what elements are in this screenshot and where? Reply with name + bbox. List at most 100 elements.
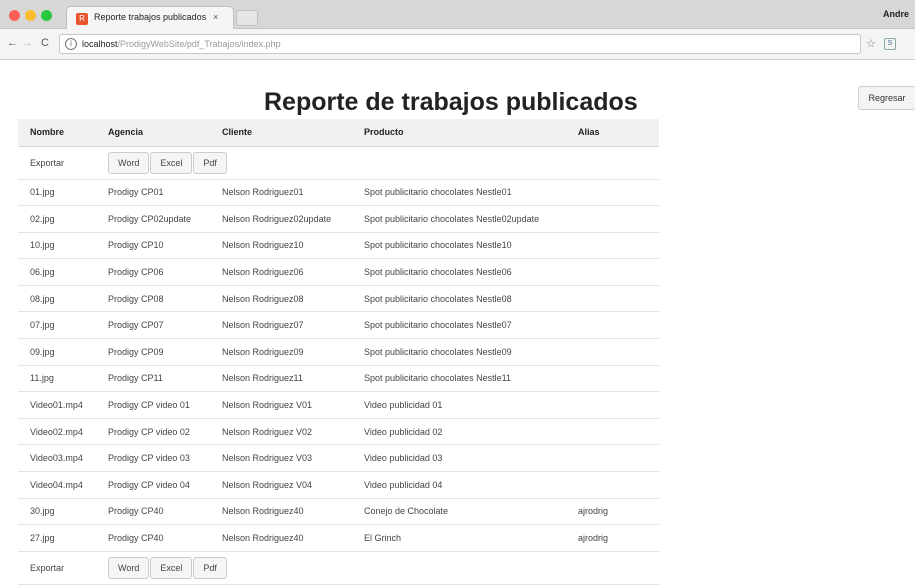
table-cell: Nelson Rodriguez10 xyxy=(210,232,352,260)
table-cell: 09.jpg xyxy=(18,338,96,366)
table-cell xyxy=(566,311,659,340)
table-cell xyxy=(566,391,659,419)
table-cell: Video publicidad 02 xyxy=(352,418,566,446)
url-text: localhost/ProdigyWebSite/pdf_Trabajos/in… xyxy=(82,39,281,49)
export-word-button[interactable]: Word xyxy=(108,556,150,579)
new-tab-button[interactable] xyxy=(236,10,258,26)
export-excel-button[interactable]: Excel xyxy=(150,556,193,579)
table-cell: Nelson Rodriguez40 xyxy=(210,524,352,552)
back-arrow-icon[interactable]: ← xyxy=(7,37,18,49)
table-cell: Prodigy CP10 xyxy=(96,232,210,260)
back-button[interactable]: Regresar xyxy=(858,86,915,110)
table-row: 27.jpg Prodigy CP40 Nelson Rodriguez40 El G… xyxy=(18,524,659,552)
table-cell: Nelson Rodriguez11 xyxy=(210,365,352,393)
table-cell: Nelson Rodriguez06 xyxy=(210,258,352,286)
table-cell: Prodigy CP07 xyxy=(96,311,210,340)
table-cell: Prodigy CP40 xyxy=(96,524,210,552)
table-cell: 06.jpg xyxy=(18,258,96,286)
table-cell xyxy=(566,285,659,313)
column-header-agencia[interactable]: Agencia xyxy=(96,119,210,147)
table-cell xyxy=(566,444,659,473)
export-pdf-button[interactable]: Pdf xyxy=(193,151,227,174)
table-row: 30.jpg Prodigy CP40 Nelson Rodriguez40 Cone… xyxy=(18,498,659,526)
table-cell: 02.jpg xyxy=(18,205,96,233)
table-cell: Nelson Rodriguez09 xyxy=(210,338,352,366)
maximize-window-icon[interactable] xyxy=(41,10,52,21)
table-row: 09.jpg Prodigy CP09 Nelson Rodriguez09 Spot… xyxy=(18,338,659,366)
table-cell xyxy=(566,232,659,260)
column-header-cliente[interactable]: Cliente xyxy=(210,119,352,147)
table-cell: Spot publicitario chocolates Nestle01 xyxy=(352,179,566,207)
table-cell: Nelson Rodriguez02update xyxy=(210,205,352,233)
url-path: /ProdigyWebSite/pdf_Trabajos/index.php xyxy=(117,39,281,49)
column-header-producto[interactable]: Producto xyxy=(352,119,566,147)
report-table: Nombre Agencia Cliente Producto Alias Export… xyxy=(18,119,659,585)
profile-name[interactable]: Andre xyxy=(883,9,909,19)
table-cell: Prodigy CP02update xyxy=(96,205,210,233)
table-cell: ajrodrig xyxy=(566,498,659,526)
browser-toolbar: ← → C i localhost/ProdigyWebSite/pdf_Tra… xyxy=(0,29,915,60)
table-cell: Video publicidad 04 xyxy=(352,471,566,499)
table-cell: Prodigy CP11 xyxy=(96,365,210,393)
table-cell: Video publicidad 03 xyxy=(352,444,566,473)
tab-close-icon[interactable]: × xyxy=(213,12,218,22)
table-row: Video04.mp4 Prodigy CP video 04 Nelson Rod… xyxy=(18,471,659,499)
table-cell: 01.jpg xyxy=(18,179,96,207)
table-cell: Video03.mp4 xyxy=(18,444,96,473)
column-header-alias[interactable]: Alias xyxy=(566,119,659,147)
table-cell: 08.jpg xyxy=(18,285,96,313)
table-cell: Spot publicitario chocolates Nestle07 xyxy=(352,311,566,340)
table-header-row: Nombre Agencia Cliente Producto Alias xyxy=(18,119,659,147)
table-cell: Nelson Rodriguez V02 xyxy=(210,418,352,446)
table-cell xyxy=(566,365,659,393)
table-cell: Prodigy CP06 xyxy=(96,258,210,286)
browser-tab[interactable]: R Reporte trabajos publicados × xyxy=(66,6,234,30)
reload-icon[interactable]: C xyxy=(41,37,49,49)
export-row-bottom: Exportar Word Excel Pdf xyxy=(18,551,659,585)
table-cell: Video04.mp4 xyxy=(18,471,96,499)
table-cell: 11.jpg xyxy=(18,365,96,393)
export-excel-button[interactable]: Excel xyxy=(150,151,193,174)
table-cell: Spot publicitario chocolates Nestle06 xyxy=(352,258,566,286)
table-cell: ajrodrig xyxy=(566,524,659,552)
table-cell xyxy=(566,258,659,286)
extension-icon[interactable]: S xyxy=(884,38,896,50)
table-cell: Nelson Rodriguez01 xyxy=(210,179,352,207)
table-cell: Spot publicitario chocolates Nestle08 xyxy=(352,285,566,313)
table-cell: Prodigy CP01 xyxy=(96,179,210,207)
minimize-window-icon[interactable] xyxy=(25,10,36,21)
table-body: Exportar Word Excel Pdf 01.jpg Prodigy CP01 Ne… xyxy=(18,146,659,585)
table-cell xyxy=(566,418,659,446)
info-icon[interactable]: i xyxy=(65,38,77,50)
table-row: Video03.mp4 Prodigy CP video 03 Nelson Rod… xyxy=(18,444,659,473)
table-row: 02.jpg Prodigy CP02update Nelson Rodriguez… xyxy=(18,205,659,233)
column-header-nombre[interactable]: Nombre xyxy=(18,119,96,147)
table-cell: Conejo de Chocolate xyxy=(352,498,566,526)
export-buttons: Word Excel Pdf xyxy=(96,551,659,585)
export-row-top: Exportar Word Excel Pdf xyxy=(18,146,659,180)
table-cell: Spot publicitario chocolates Nestle10 xyxy=(352,232,566,260)
table-cell xyxy=(566,338,659,366)
table-cell: Prodigy CP09 xyxy=(96,338,210,366)
address-bar[interactable]: i localhost/ProdigyWebSite/pdf_Trabajos/… xyxy=(59,34,861,54)
table-cell: Spot publicitario chocolates Nestle11 xyxy=(352,365,566,393)
table-cell: Prodigy CP video 01 xyxy=(96,391,210,419)
export-pdf-button[interactable]: Pdf xyxy=(193,556,227,579)
table-cell: Nelson Rodriguez V01 xyxy=(210,391,352,419)
bookmark-star-icon[interactable]: ☆ xyxy=(866,37,876,50)
table-cell: Video02.mp4 xyxy=(18,418,96,446)
table-cell: 30.jpg xyxy=(18,498,96,526)
table-row: 07.jpg Prodigy CP07 Nelson Rodriguez07 Spot… xyxy=(18,311,659,340)
favicon-icon: R xyxy=(76,13,88,25)
browser-tab-strip: R Reporte trabajos publicados × Andre xyxy=(0,0,915,30)
table-cell: Nelson Rodriguez08 xyxy=(210,285,352,313)
close-window-icon[interactable] xyxy=(9,10,20,21)
forward-arrow-icon[interactable]: → xyxy=(22,37,33,49)
table-cell xyxy=(566,471,659,499)
table-cell: Prodigy CP video 04 xyxy=(96,471,210,499)
table-cell: Video publicidad 01 xyxy=(352,391,566,419)
export-word-button[interactable]: Word xyxy=(108,151,150,174)
table-cell: Nelson Rodriguez V04 xyxy=(210,471,352,499)
table-cell: 10.jpg xyxy=(18,232,96,260)
export-buttons: Word Excel Pdf xyxy=(96,146,659,180)
